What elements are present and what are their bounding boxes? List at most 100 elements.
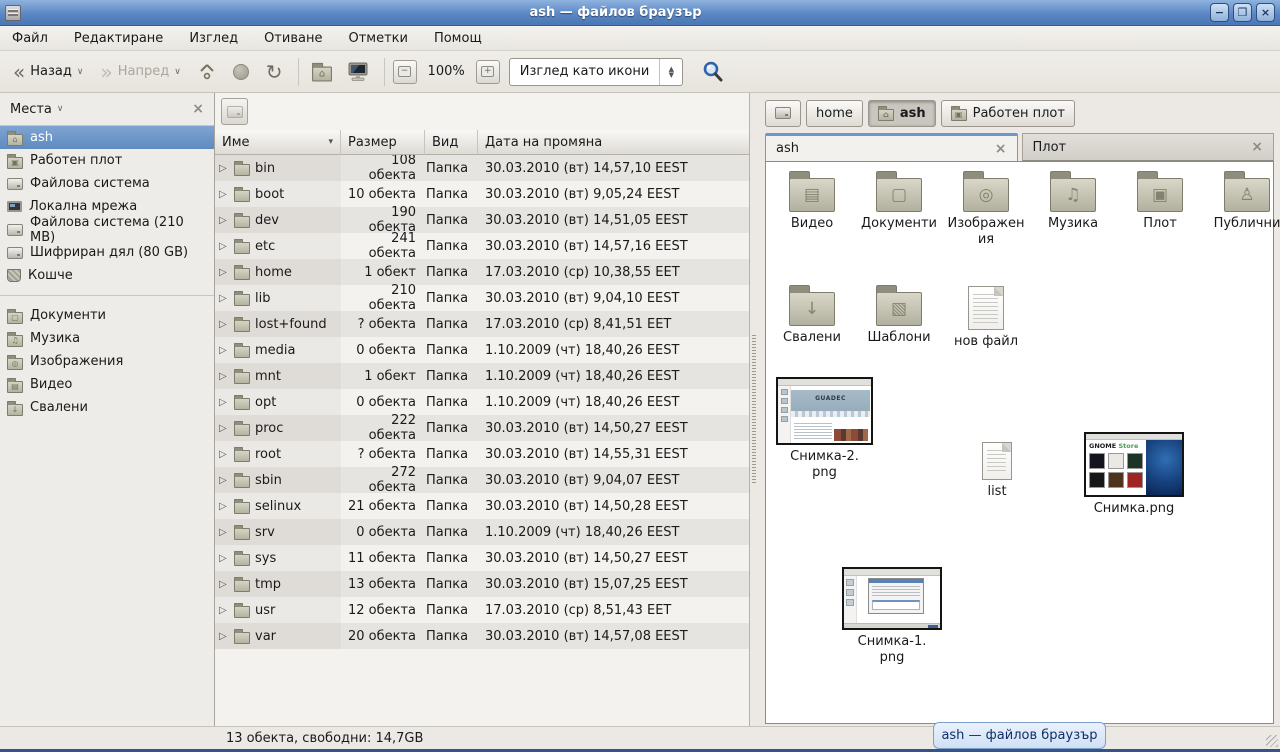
- expander-icon[interactable]: ▷: [219, 631, 229, 642]
- forward-button[interactable]: » Напред ∨: [93, 56, 187, 88]
- table-row[interactable]: ▷ usr 12 обекта Папка 17.03.2010 (ср) 8,…: [215, 597, 749, 623]
- forward-dropdown-icon[interactable]: ∨: [174, 67, 181, 77]
- expander-icon[interactable]: ▷: [219, 475, 229, 486]
- column-header-type[interactable]: Вид: [425, 130, 478, 155]
- expander-icon[interactable]: ▷: [219, 397, 229, 408]
- expander-icon[interactable]: ▷: [219, 449, 229, 460]
- expander-icon[interactable]: ▷: [219, 605, 229, 616]
- resize-grip[interactable]: [1266, 735, 1278, 747]
- file-item-shot[interactable]: GNOME Store Снимка.png: [1084, 432, 1184, 517]
- icon-item-templates[interactable]: ▧ Шаблони: [859, 284, 939, 350]
- table-row[interactable]: ▷ bin 108 обекта Папка 30.03.2010 (вт) 1…: [215, 155, 749, 181]
- table-row[interactable]: ▷ srv 0 обекта Папка 1.10.2009 (чт) 18,4…: [215, 519, 749, 545]
- table-row[interactable]: ▷ root ? обекта Папка 30.03.2010 (вт) 14…: [215, 441, 749, 467]
- expander-icon[interactable]: ▷: [219, 579, 229, 590]
- places-title[interactable]: Места: [10, 102, 52, 117]
- tab-close-icon[interactable]: ×: [1251, 139, 1263, 155]
- menu-view[interactable]: Изглед: [187, 29, 240, 48]
- sidebar-close-icon[interactable]: ×: [192, 101, 204, 117]
- show-device-button[interactable]: [221, 98, 248, 125]
- search-button[interactable]: [694, 56, 732, 88]
- sidebar-item-encrypted-80gb[interactable]: Шифриран дял (80 GB): [0, 241, 214, 264]
- maximize-button[interactable]: ❐: [1233, 3, 1252, 22]
- expander-icon[interactable]: ▷: [219, 215, 229, 226]
- icon-item-newfile[interactable]: нов файл: [946, 284, 1026, 350]
- sidebar-item-downloads[interactable]: ↓ Свалени: [0, 396, 214, 419]
- file-item-list[interactable]: list: [982, 442, 1012, 500]
- back-dropdown-icon[interactable]: ∨: [77, 67, 84, 77]
- table-row[interactable]: ▷ dev 190 обекта Папка 30.03.2010 (вт) 1…: [215, 207, 749, 233]
- icon-item-images[interactable]: ◎ Изображения: [946, 170, 1026, 249]
- table-row[interactable]: ▷ tmp 13 обекта Папка 30.03.2010 (вт) 15…: [215, 571, 749, 597]
- minimize-button[interactable]: −: [1210, 3, 1229, 22]
- expander-icon[interactable]: ▷: [219, 319, 229, 330]
- path-ash-button[interactable]: ⌂ ash: [868, 100, 936, 127]
- expander-icon[interactable]: ▷: [219, 267, 229, 278]
- column-header-name[interactable]: Име ▾: [215, 130, 341, 155]
- home-button[interactable]: ⌂: [307, 56, 337, 88]
- menu-file[interactable]: Файл: [10, 29, 50, 48]
- file-item-shot1[interactable]: Снимка-1.png: [842, 567, 942, 667]
- expander-icon[interactable]: ▷: [219, 189, 229, 200]
- expander-icon[interactable]: ▷: [219, 241, 229, 252]
- table-row[interactable]: ▷ var 20 обекта Папка 30.03.2010 (вт) 14…: [215, 623, 749, 649]
- icon-item-video[interactable]: ▤ Видео: [772, 170, 852, 249]
- expander-icon[interactable]: ▷: [219, 163, 229, 174]
- table-row[interactable]: ▷ lost+found ? обекта Папка 17.03.2010 (…: [215, 311, 749, 337]
- menu-go[interactable]: Отиване: [262, 29, 324, 48]
- table-row[interactable]: ▷ proc 222 обекта Папка 30.03.2010 (вт) …: [215, 415, 749, 441]
- combo-spinner-icon[interactable]: ▲▼: [660, 66, 682, 78]
- icon-canvas[interactable]: ▤ Видео ▢ Документи ◎ Изображения ♫ Музи…: [765, 161, 1274, 724]
- view-mode-combo[interactable]: Изглед като икони ▲▼: [509, 58, 684, 86]
- sidebar-item-trash[interactable]: Кошче: [0, 264, 214, 287]
- zoom-in-button[interactable]: +: [476, 60, 500, 84]
- column-header-size[interactable]: Размер: [341, 130, 425, 155]
- expander-icon[interactable]: ▷: [219, 527, 229, 538]
- menu-help[interactable]: Помощ: [432, 29, 484, 48]
- tab-ash[interactable]: ash ×: [765, 133, 1018, 161]
- zoom-out-button[interactable]: −: [393, 60, 417, 84]
- table-row[interactable]: ▷ mnt 1 обект Папка 1.10.2009 (чт) 18,40…: [215, 363, 749, 389]
- expander-icon[interactable]: ▷: [219, 345, 229, 356]
- tab-close-icon[interactable]: ×: [995, 141, 1007, 157]
- menu-bookmarks[interactable]: Отметки: [346, 29, 409, 48]
- close-button[interactable]: ×: [1256, 3, 1275, 22]
- table-row[interactable]: ▷ home 1 обект Папка 17.03.2010 (ср) 10,…: [215, 259, 749, 285]
- expander-icon[interactable]: ▷: [219, 371, 229, 382]
- table-row[interactable]: ▷ media 0 обекта Папка 1.10.2009 (чт) 18…: [215, 337, 749, 363]
- table-row[interactable]: ▷ sys 11 обекта Папка 30.03.2010 (вт) 14…: [215, 545, 749, 571]
- table-row[interactable]: ▷ etc 241 обекта Папка 30.03.2010 (вт) 1…: [215, 233, 749, 259]
- table-row[interactable]: ▷ sbin 272 обекта Папка 30.03.2010 (вт) …: [215, 467, 749, 493]
- expander-icon[interactable]: ▷: [219, 293, 229, 304]
- path-desktop-button[interactable]: ▣ Работен плот: [941, 100, 1075, 127]
- icon-item-public[interactable]: ♙ Публични: [1207, 170, 1280, 249]
- tab-desktop[interactable]: Плот ×: [1022, 133, 1275, 161]
- reload-button[interactable]: ↻: [259, 56, 290, 88]
- expander-icon[interactable]: ▷: [219, 501, 229, 512]
- up-button[interactable]: [191, 56, 223, 88]
- sidebar-item-ash[interactable]: ⌂ ash: [0, 126, 214, 149]
- sidebar-item-filesystem[interactable]: Файлова система: [0, 172, 214, 195]
- computer-button[interactable]: [340, 56, 376, 88]
- path-home-button[interactable]: home: [806, 100, 863, 127]
- icon-item-music[interactable]: ♫ Музика: [1033, 170, 1113, 249]
- table-row[interactable]: ▷ lib 210 обекта Папка 30.03.2010 (вт) 9…: [215, 285, 749, 311]
- stop-button[interactable]: [226, 56, 256, 88]
- menu-edit[interactable]: Редактиране: [72, 29, 165, 48]
- table-row[interactable]: ▷ opt 0 обекта Папка 1.10.2009 (чт) 18,4…: [215, 389, 749, 415]
- icon-item-documents[interactable]: ▢ Документи: [859, 170, 939, 249]
- sidebar-item-music[interactable]: ♫ Музика: [0, 327, 214, 350]
- sidebar-item-documents[interactable]: ▢ Документи: [0, 304, 214, 327]
- icon-item-desktop[interactable]: ▣ Плот: [1120, 170, 1200, 249]
- sidebar-item-video[interactable]: ▤ Видео: [0, 373, 214, 396]
- column-header-date[interactable]: Дата на промяна: [478, 130, 749, 155]
- pane-splitter[interactable]: [750, 93, 758, 726]
- icon-item-downloads[interactable]: ↓ Свалени: [772, 284, 852, 350]
- table-row[interactable]: ▷ boot 10 обекта Папка 30.03.2010 (вт) 9…: [215, 181, 749, 207]
- sidebar-item-partition-210mb[interactable]: Файлова система (210 MB): [0, 218, 214, 241]
- table-row[interactable]: ▷ selinux 21 обекта Папка 30.03.2010 (вт…: [215, 493, 749, 519]
- sidebar-item-images[interactable]: ◎ Изображения: [0, 350, 214, 373]
- expander-icon[interactable]: ▷: [219, 423, 229, 434]
- back-button[interactable]: « Назад ∨: [6, 56, 90, 88]
- expander-icon[interactable]: ▷: [219, 553, 229, 564]
